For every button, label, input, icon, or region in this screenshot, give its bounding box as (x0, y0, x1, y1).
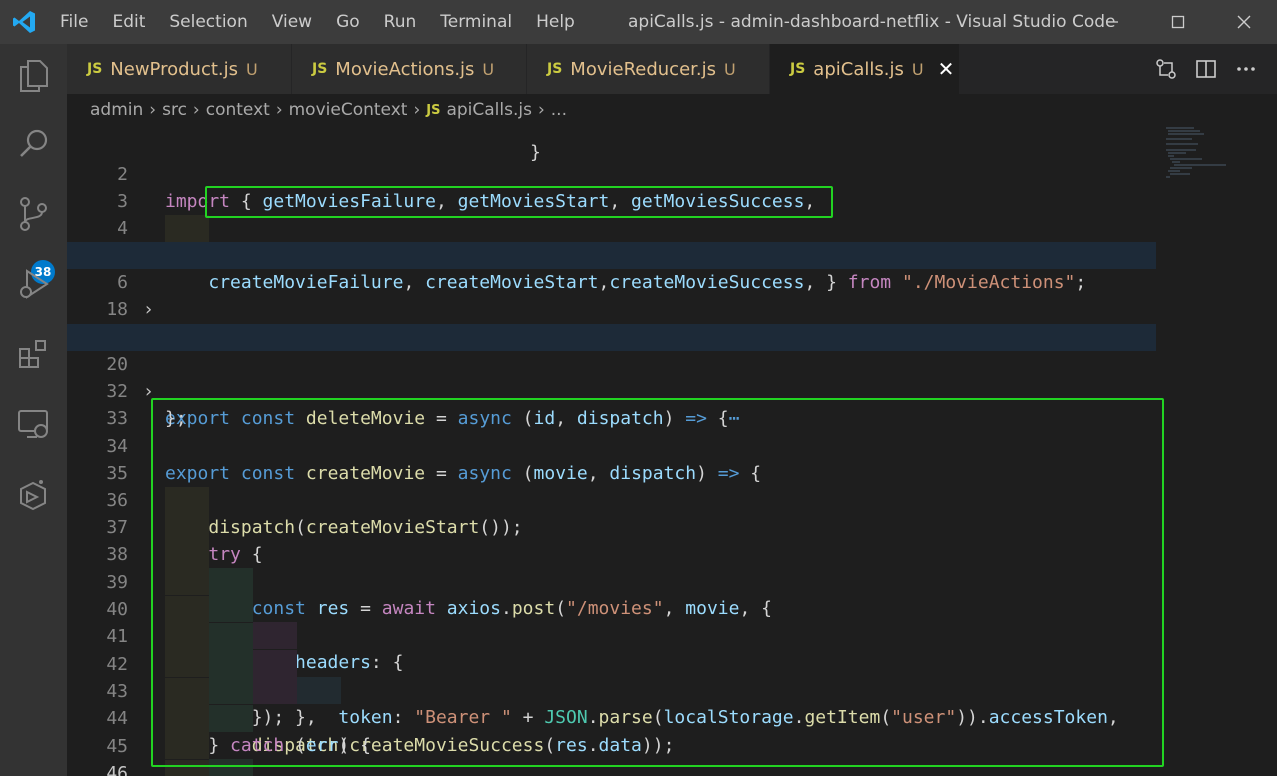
run-debug-icon[interactable] (0, 254, 67, 314)
code-line: 3 deleteMovieFailure, deleteMovieStart, … (67, 161, 1167, 266)
js-file-icon: JS (312, 61, 328, 77)
minimize-button[interactable] (1079, 0, 1145, 44)
chevron-right-icon: › (413, 100, 421, 120)
compare-changes-icon[interactable] (1155, 58, 1177, 80)
tab-moviereducer[interactable]: JS MovieReducer.js U (527, 44, 770, 94)
tab-newproduct[interactable]: JS NewProduct.js U (67, 44, 292, 94)
breadcrumb: admin › src › context › movieContext › J… (67, 94, 1277, 126)
untracked-indicator: U (911, 59, 924, 79)
remote-explorer-icon[interactable] (0, 394, 67, 454)
menu-go[interactable]: Go (324, 0, 372, 44)
extensions-icon[interactable] (0, 324, 67, 384)
search-icon[interactable] (0, 114, 67, 174)
menu-run[interactable]: Run (372, 0, 429, 44)
close-icon (1237, 15, 1251, 29)
explorer-icon[interactable] (0, 46, 67, 106)
menu-help[interactable]: Help (524, 0, 587, 44)
editor-actions (1155, 44, 1257, 94)
close-tab-icon[interactable]: ✕ (938, 57, 955, 81)
menu-selection[interactable]: Selection (157, 0, 259, 44)
breadcrumb-item[interactable]: movieContext (289, 100, 408, 120)
window-controls (1079, 0, 1277, 44)
menu-terminal[interactable]: Terminal (428, 0, 524, 44)
untracked-indicator: U (724, 59, 736, 79)
window-title: apiCalls.js - admin-dashboard-netflix - … (628, 12, 1116, 32)
highlight-box-createmovie (151, 398, 1164, 767)
title-bar: File Edit Selection View Go Run Terminal… (0, 0, 1277, 44)
code-line: 5 (67, 215, 1167, 266)
tab-label: NewProduct.js (110, 58, 239, 80)
chevron-right-icon: › (192, 100, 200, 120)
maximize-button[interactable] (1145, 0, 1211, 44)
maximize-icon (1171, 15, 1185, 29)
highlight-box-imports (205, 186, 833, 218)
menu-edit[interactable]: Edit (100, 0, 157, 44)
code-line: 18 }; (67, 269, 1167, 347)
code-line: 32 }; (67, 351, 1167, 429)
breadcrumb-item[interactable]: src (162, 100, 187, 120)
code-editor[interactable]: } 2 import { getMoviesFailure, getMovies… (67, 126, 1277, 776)
chevron-right-icon: › (149, 100, 157, 120)
chevron-right-icon: › (275, 100, 283, 120)
code-line: 2 import { getMoviesFailure, getMoviesSt… (67, 134, 1167, 212)
minimize-icon (1106, 21, 1118, 23)
close-window-button[interactable] (1211, 0, 1277, 44)
tab-apicalls[interactable]: JS apiCalls.js U ✕ (770, 44, 960, 94)
breadcrumb-item[interactable]: admin (90, 100, 143, 120)
line-number: 46 (106, 763, 128, 776)
js-file-icon: JS (87, 61, 103, 77)
menu-view[interactable]: View (260, 0, 324, 44)
tab-movieactions[interactable]: JS MovieActions.js U (292, 44, 527, 94)
split-editor-icon[interactable] (1195, 58, 1217, 80)
breadcrumb-item[interactable]: context (206, 100, 270, 120)
js-file-icon: JS (790, 61, 806, 77)
vscode-logo-icon (0, 0, 48, 44)
code-line-folded: 6 › export const getMovies = async (disp… (67, 242, 1156, 347)
tab-label: MovieReducer.js (570, 58, 716, 80)
untracked-indicator: U (246, 59, 258, 79)
js-file-icon: JS (547, 61, 563, 77)
breadcrumb-file[interactable]: apiCalls.js (446, 100, 532, 120)
minimap[interactable] (1164, 126, 1234, 186)
tab-label: apiCalls.js (813, 58, 904, 80)
js-file-icon: JS (426, 102, 441, 118)
breadcrumb-symbols[interactable]: ... (551, 100, 567, 120)
activity-bar: 38 (0, 44, 67, 776)
vertical-scrollbar[interactable] (1263, 126, 1277, 776)
docker-icon[interactable] (0, 464, 67, 524)
menu-file[interactable]: File (48, 0, 100, 44)
untracked-indicator: U (482, 59, 495, 79)
editor-tab-bar: JS NewProduct.js U JS MovieActions.js U … (67, 44, 1277, 94)
menu-bar: File Edit Selection View Go Run Terminal… (48, 0, 587, 44)
code-line: 19 (67, 296, 1167, 347)
code-line-folded: 20 › export const deleteMovie = async (i… (67, 324, 1156, 429)
more-actions-icon[interactable] (1235, 58, 1257, 80)
tab-label: MovieActions.js (335, 58, 475, 80)
chevron-right-icon: › (537, 100, 545, 120)
source-control-icon[interactable] (0, 184, 67, 244)
